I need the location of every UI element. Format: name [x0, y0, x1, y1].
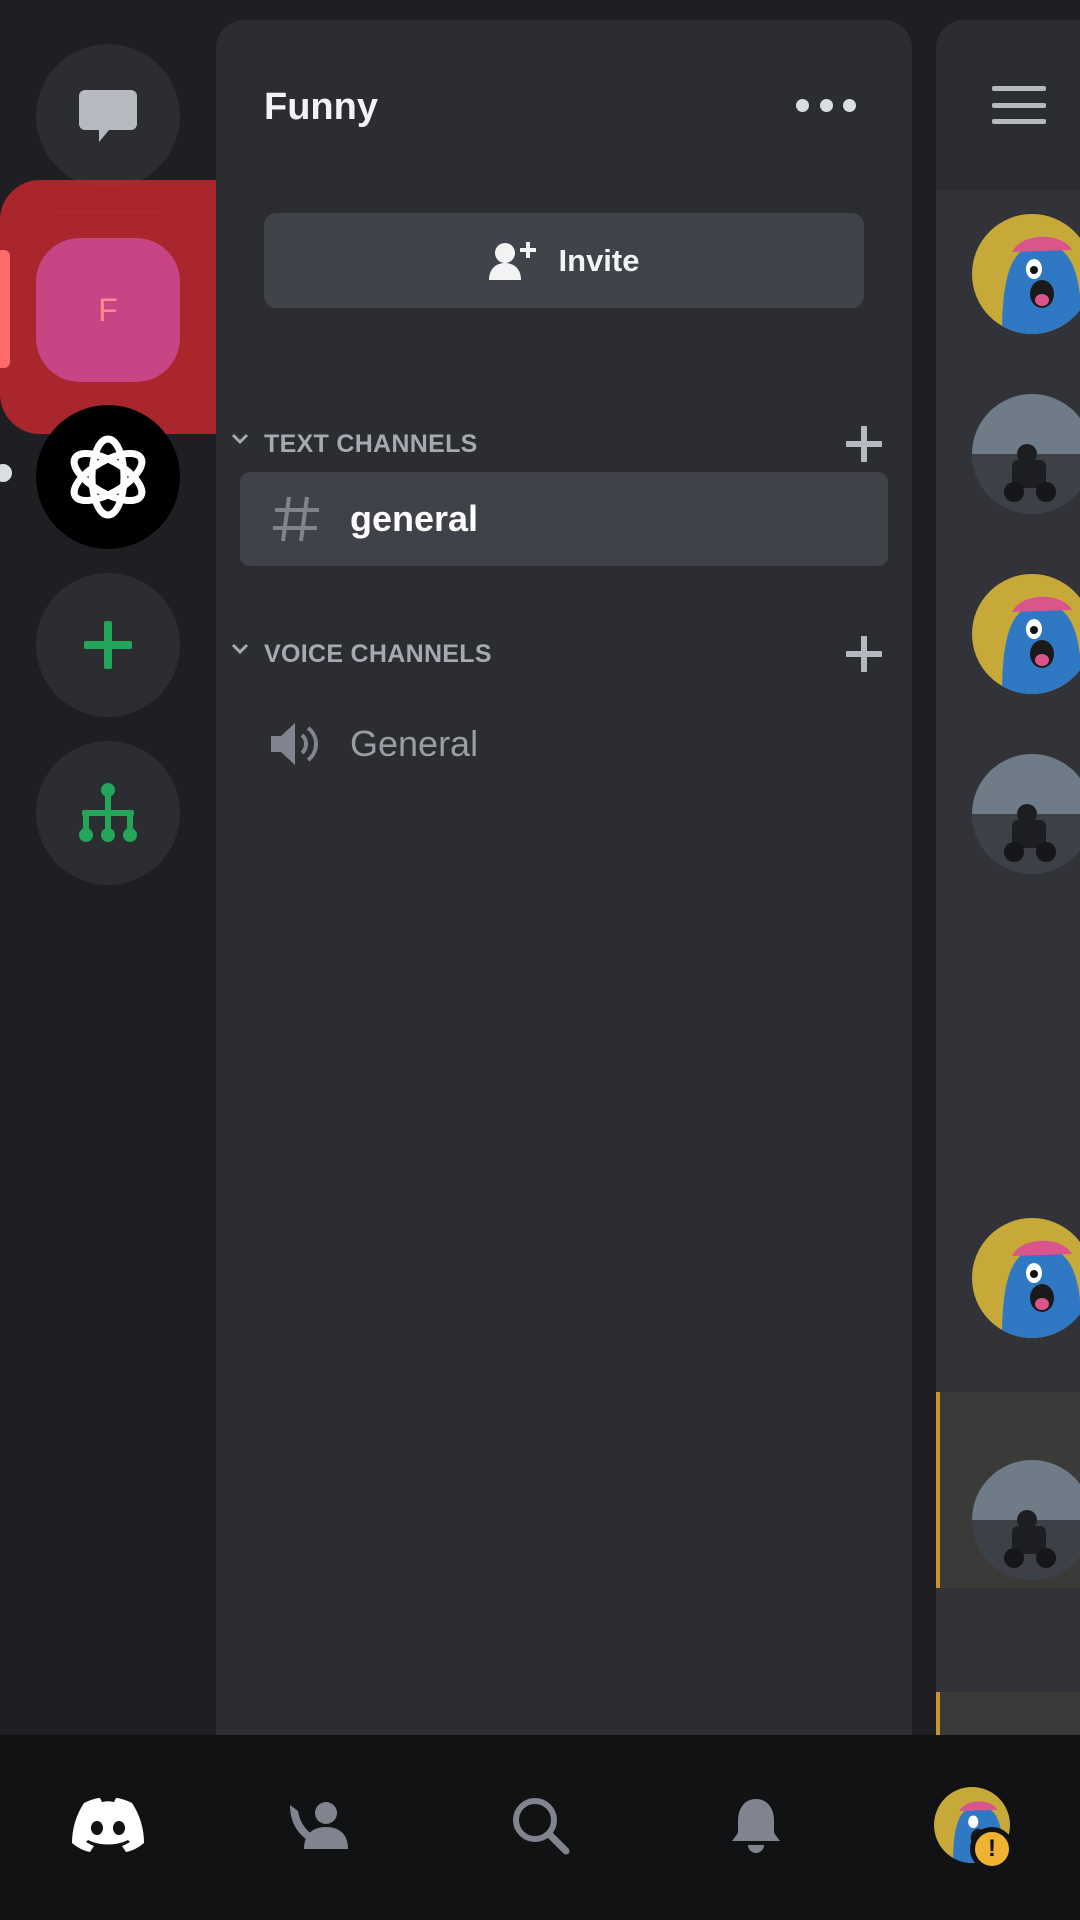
server-options-button[interactable]	[796, 90, 856, 120]
bottom-navigation: !	[0, 1735, 1080, 1920]
user-avatar[interactable]	[972, 1460, 1080, 1580]
channel-panel: Funny Invite TEXT CHANNELS general VOICE…	[216, 20, 912, 1735]
monster-avatar-icon	[1002, 1240, 1080, 1338]
user-avatar[interactable]	[972, 574, 1080, 694]
plus-icon	[84, 621, 132, 669]
channel-general-text[interactable]: general	[240, 472, 888, 566]
add-channel-icon[interactable]	[840, 630, 888, 678]
more-dot-icon	[843, 98, 856, 112]
friends-icon	[290, 1802, 348, 1849]
category-label: VOICE CHANNELS	[264, 640, 492, 668]
nav-profile-button[interactable]: !	[912, 1765, 1032, 1885]
speaker-icon	[266, 719, 326, 769]
chevron-down-icon	[231, 433, 249, 445]
hashtag-icon	[266, 493, 326, 545]
server-initial: F	[98, 291, 118, 328]
server-rail: F	[0, 0, 272, 1735]
nav-search-button[interactable]	[480, 1765, 600, 1885]
nav-notifications-button[interactable]	[696, 1765, 816, 1885]
bell-icon	[732, 1799, 780, 1853]
add-server-button[interactable]	[36, 573, 180, 717]
category-label: TEXT CHANNELS	[264, 430, 478, 458]
add-person-icon	[488, 241, 536, 280]
openai-logo-icon	[70, 435, 146, 519]
menu-icon[interactable]	[992, 86, 1046, 124]
server-name[interactable]: Funny	[264, 86, 378, 129]
monster-avatar-icon	[1002, 236, 1080, 334]
mention-highlight	[936, 1692, 1080, 1735]
user-avatar[interactable]	[972, 1218, 1080, 1338]
nav-friends-button[interactable]	[258, 1765, 378, 1885]
channel-general-voice[interactable]: General	[240, 697, 888, 791]
selected-server-indicator	[0, 250, 10, 368]
invite-label: Invite	[558, 242, 640, 278]
motorcycle-photo-icon	[972, 1460, 1080, 1580]
motorcycle-photo-icon	[972, 754, 1080, 874]
add-channel-icon[interactable]	[840, 420, 888, 468]
chat-header	[936, 20, 1080, 190]
direct-messages-button[interactable]	[36, 44, 180, 188]
more-dot-icon	[796, 98, 809, 112]
user-avatar[interactable]	[972, 754, 1080, 874]
category-voice-channels[interactable]: VOICE CHANNELS	[216, 630, 912, 680]
motorcycle-photo-icon	[972, 394, 1080, 514]
chat-preview[interactable]	[936, 20, 1080, 1735]
user-avatar[interactable]	[972, 214, 1080, 334]
invite-button[interactable]: Invite	[264, 213, 864, 308]
server-icon-openai[interactable]	[36, 405, 180, 549]
chat-bubble-icon	[79, 90, 137, 142]
chevron-down-icon	[231, 643, 249, 655]
nav-home-button[interactable]	[48, 1765, 168, 1885]
user-avatar[interactable]	[972, 394, 1080, 514]
discord-logo-icon	[72, 1798, 144, 1852]
search-icon	[513, 1798, 570, 1855]
hierarchy-icon	[79, 783, 137, 842]
server-icon-funny[interactable]: F	[36, 238, 180, 382]
channel-name: general	[350, 498, 479, 539]
unread-indicator	[0, 464, 12, 482]
channel-name: General	[350, 723, 479, 764]
explore-servers-button[interactable]	[36, 741, 180, 885]
warning-badge: !	[970, 1827, 1014, 1871]
monster-avatar-icon	[1002, 596, 1080, 694]
category-text-channels[interactable]: TEXT CHANNELS	[216, 420, 912, 470]
more-dot-icon	[819, 98, 833, 112]
